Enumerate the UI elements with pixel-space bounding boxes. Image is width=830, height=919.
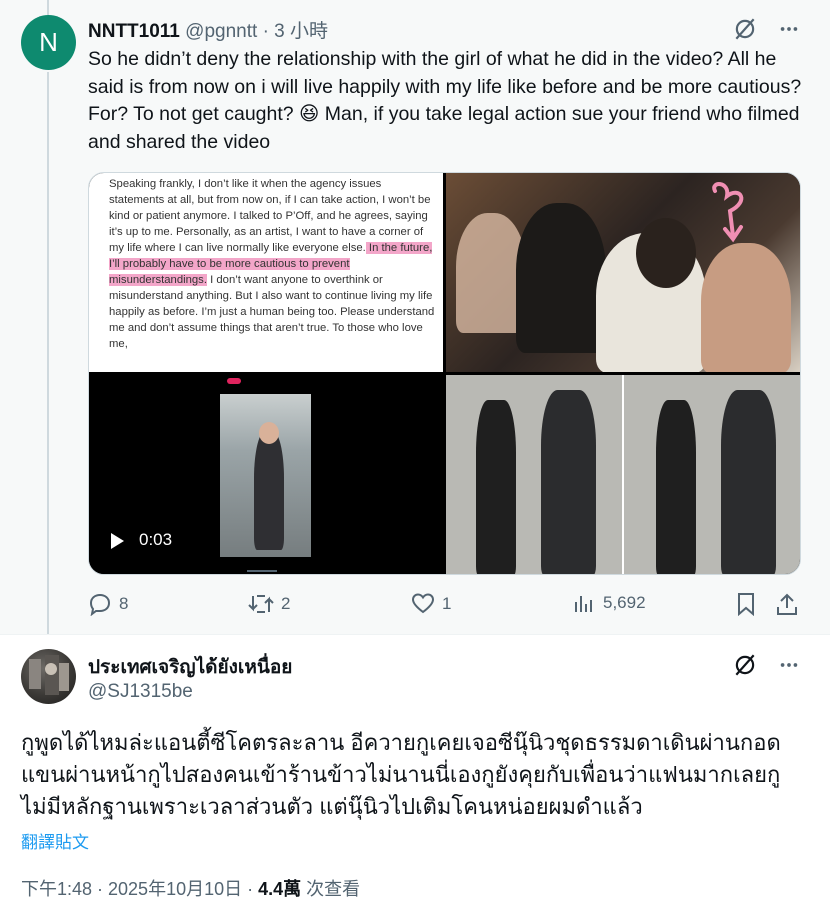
tweet-meta: 下午1:48 · 2025年10月10日 · 4.4萬 次查看 [21, 875, 360, 901]
like-icon [411, 592, 435, 616]
views-button[interactable]: 5,692 [574, 592, 646, 614]
video-duration: 0:03 [139, 530, 173, 549]
views-count: 5,692 [603, 593, 646, 612]
bookmark-button[interactable] [735, 592, 757, 616]
like-button[interactable]: 1 [411, 592, 451, 616]
reply-button[interactable]: 8 [88, 592, 128, 616]
repost-count: 2 [281, 594, 291, 613]
video-progress [247, 570, 277, 572]
grok-icon[interactable] [732, 652, 758, 678]
author-handle[interactable]: @pgnntt [185, 21, 257, 42]
reply-count: 8 [119, 594, 129, 613]
divider [0, 634, 830, 635]
author-handle[interactable]: @SJ1315be [88, 681, 193, 703]
views-label: 次查看 [301, 879, 361, 899]
statement-text: Speaking frankly, I don’t like it when t… [109, 176, 439, 352]
views-count: 4.4萬 [258, 879, 302, 899]
thread-line [47, 72, 49, 634]
author-name[interactable]: ประเทศเจริญได้ยังเหนื่อย [88, 652, 292, 682]
play-icon[interactable] [111, 533, 124, 549]
timestamp[interactable]: 3 小時 [274, 21, 328, 42]
avatar[interactable] [21, 649, 76, 704]
grok-icon[interactable] [732, 16, 758, 42]
share-button[interactable] [776, 592, 798, 616]
avatar-letter: N [39, 27, 58, 57]
media-grid[interactable]: Speaking frankly, I don’t like it when t… [88, 172, 801, 575]
separator: · [262, 21, 269, 42]
tweet-text: กูพูดได้ไหมล่ะแอนตี้ซีโคตรละลาน อีควายกู… [21, 730, 787, 819]
views-icon [574, 592, 596, 614]
tweet-header: NNTT1011 @pgnntt · 3 小時 [88, 16, 328, 43]
like-count: 1 [442, 594, 452, 613]
recording-badge [227, 378, 241, 384]
avatar[interactable]: N [21, 15, 76, 70]
crowd-photo[interactable] [446, 173, 800, 372]
translate-link[interactable]: 翻譯貼文 [21, 828, 89, 853]
street-photos[interactable] [446, 375, 800, 574]
repost-button[interactable]: 2 [248, 592, 290, 616]
timestamp[interactable]: 下午1:48 · 2025年10月10日 · [21, 879, 258, 899]
context-tweet[interactable]: N NNTT1011 @pgnntt · 3 小時 So he didn’t d… [0, 0, 830, 634]
tweet-top-actions [732, 652, 800, 678]
avatar-image [29, 655, 69, 695]
tweet-actions: 8 2 1 5,692 [88, 592, 800, 618]
share-icon [776, 592, 798, 616]
more-icon[interactable] [778, 654, 800, 676]
video-player[interactable]: 0:03 [89, 375, 443, 574]
tweet-text: So he didn’t deny the relationship with … [88, 48, 807, 153]
video-frame [220, 394, 311, 557]
heart-doodle [712, 182, 744, 243]
tweet-top-actions [732, 16, 800, 42]
bookmark-icon [735, 592, 757, 616]
author-name[interactable]: NNTT1011 [88, 21, 180, 42]
more-icon[interactable] [778, 18, 800, 40]
statement-screenshot[interactable]: Speaking frankly, I don’t like it when t… [89, 173, 443, 372]
reply-icon [88, 592, 112, 616]
photo-divider [622, 375, 624, 574]
repost-icon [248, 592, 274, 616]
